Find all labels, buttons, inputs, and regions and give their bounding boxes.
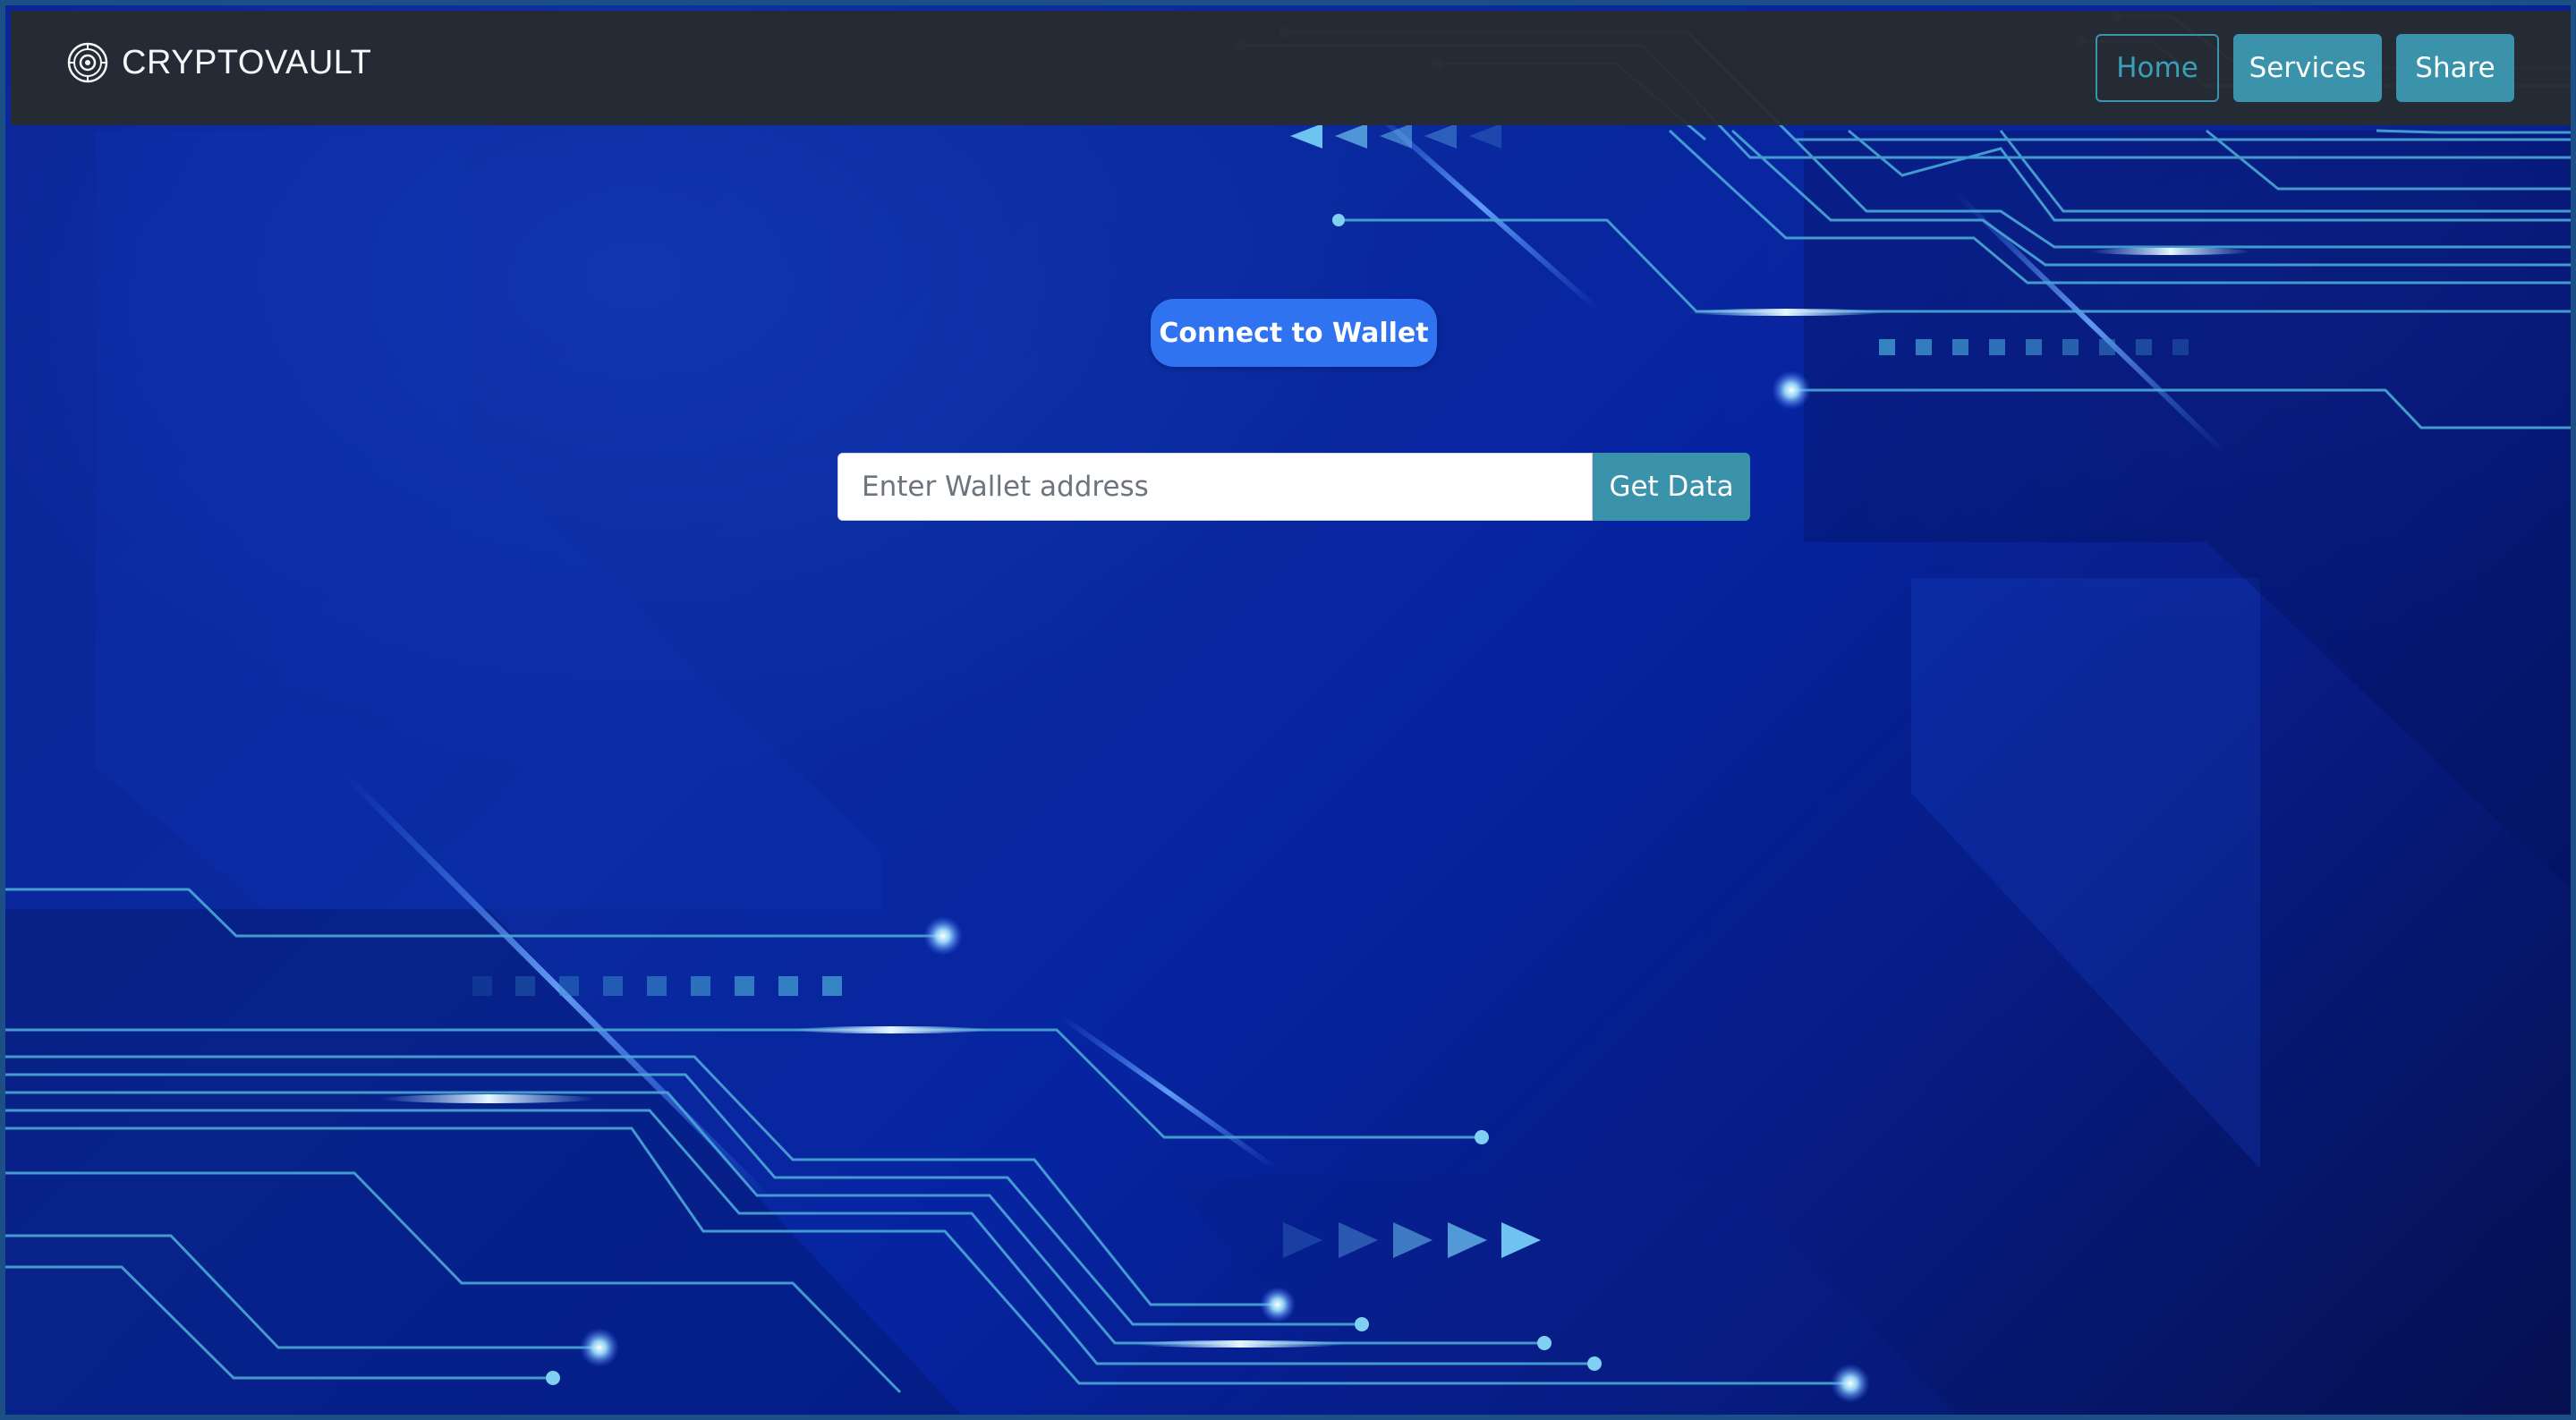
top-navbar: CRYPTOVAULT Home Services Share: [11, 11, 2571, 125]
wallet-address-input[interactable]: [837, 453, 1593, 521]
nav-home-button[interactable]: Home: [2096, 34, 2219, 102]
vault-dial-icon: [67, 42, 108, 83]
nav-share-button[interactable]: Share: [2396, 34, 2514, 102]
wallet-search-group: Get Data: [837, 453, 1750, 521]
nav-services-button[interactable]: Services: [2233, 34, 2382, 102]
circuit-background-graphic: [5, 11, 2571, 1415]
get-data-button[interactable]: Get Data: [1593, 453, 1750, 521]
brand-name: CRYPTOVAULT: [122, 43, 372, 81]
connect-wallet-button[interactable]: Connect to Wallet: [1151, 299, 1437, 367]
brand[interactable]: CRYPTOVAULT: [66, 41, 371, 84]
page-background: CRYPTOVAULT Home Services Share Connect …: [0, 0, 2576, 1420]
